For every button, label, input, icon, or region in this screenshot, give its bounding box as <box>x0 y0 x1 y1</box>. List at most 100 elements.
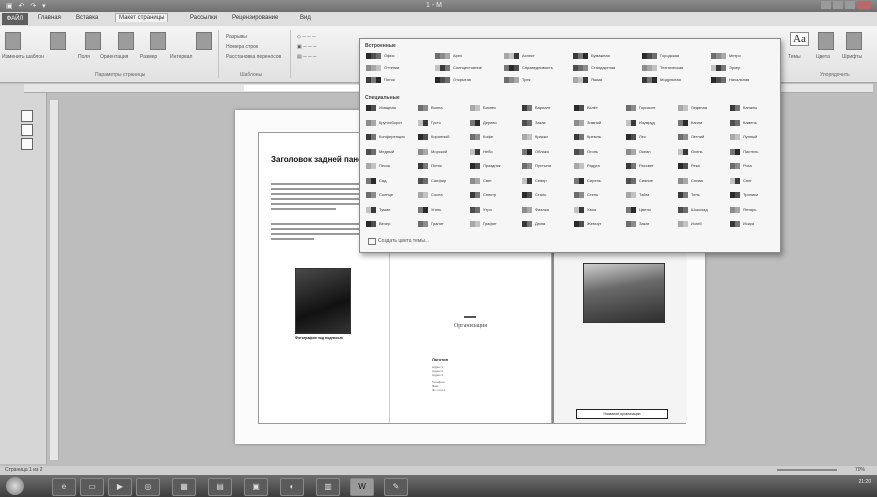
theme-color-option[interactable]: Облако <box>522 148 570 155</box>
theme-color-option[interactable]: Дерево <box>470 119 518 126</box>
theme-color-option[interactable]: Солнце <box>366 192 414 198</box>
theme-color-option[interactable]: Аспект <box>504 53 569 59</box>
size-icon[interactable] <box>118 32 134 50</box>
theme-color-option[interactable]: Шоколад <box>678 206 726 213</box>
theme-color-option[interactable]: Кремль <box>574 134 622 140</box>
theme-color-option[interactable]: Бизнес <box>470 105 518 111</box>
theme-color-option[interactable]: Капли <box>678 119 726 126</box>
theme-color-option[interactable]: Искра <box>730 221 778 227</box>
theme-color-option[interactable]: Песок <box>366 163 414 169</box>
fonts-icon[interactable] <box>846 32 862 50</box>
tab-review[interactable]: Рецензирование <box>232 15 278 21</box>
theme-color-option[interactable]: Заказ <box>522 119 570 126</box>
create-theme-colors-link[interactable]: Создать цвета темы... <box>367 238 429 245</box>
paint-icon[interactable]: ✎ <box>384 478 408 496</box>
tab-mailings[interactable]: Рассылки <box>190 15 217 21</box>
theme-color-option[interactable]: Сапфир <box>418 177 466 184</box>
theme-color-option[interactable]: Горизонт <box>626 105 674 111</box>
theme-color-option[interactable]: Сирень <box>574 177 622 184</box>
theme-color-option[interactable]: Сосна <box>418 192 466 198</box>
minimize-button[interactable] <box>833 1 843 9</box>
close-button[interactable] <box>857 1 871 9</box>
checkbox-hyphenation[interactable]: Расстановка переносов <box>226 54 281 60</box>
theme-color-option[interactable]: Пустыня <box>522 163 570 169</box>
theme-color-option[interactable]: Густо <box>418 119 466 126</box>
theme-color-option[interactable]: Медный <box>366 148 414 155</box>
theme-color-option[interactable]: Стандартная <box>573 65 638 71</box>
page-thumbnail[interactable] <box>21 110 33 122</box>
theme-color-option[interactable]: Городская <box>642 53 707 59</box>
theme-color-option[interactable]: Закат <box>626 221 674 227</box>
theme-color-option[interactable]: Гранит <box>418 221 466 227</box>
theme-color-option[interactable]: Поток <box>418 163 466 169</box>
theme-color-option[interactable]: Тайга <box>626 192 674 198</box>
theme-color-option[interactable]: Янтарь <box>730 206 778 213</box>
theme-color-option[interactable]: Небо <box>470 148 518 155</box>
theme-color-option[interactable]: Роза <box>730 163 778 169</box>
theme-color-option[interactable]: Ледяная <box>678 105 726 111</box>
company-name-box[interactable]: Название организации <box>576 409 668 419</box>
theme-color-option[interactable]: Тень <box>678 192 726 198</box>
theme-color-option[interactable]: Краски <box>522 134 570 140</box>
ie-icon[interactable]: e <box>52 478 76 496</box>
theme-color-option[interactable]: Изгиб <box>678 221 726 227</box>
tab-home[interactable]: Главная <box>38 15 61 21</box>
colors-icon[interactable] <box>818 32 834 50</box>
start-button[interactable] <box>6 477 24 495</box>
theme-color-option[interactable]: Огонь <box>574 148 622 155</box>
theme-color-option[interactable]: Тропики <box>730 192 778 198</box>
theme-color-option[interactable]: Вариант <box>522 105 570 111</box>
theme-colors-dropdown[interactable]: Встроенные Офис Apex Аспект Бумажная Городск… <box>359 38 781 253</box>
theme-color-option[interactable]: Начальная <box>711 77 776 83</box>
app-icon[interactable]: ▤ <box>208 478 232 496</box>
zoom-slider[interactable] <box>777 469 837 471</box>
theme-color-option[interactable]: Снег <box>730 177 778 184</box>
maximize-button[interactable] <box>845 1 855 9</box>
tab-file[interactable]: ФАЙЛ <box>2 13 28 25</box>
theme-color-option[interactable]: Яшма <box>573 77 638 83</box>
photo-caption[interactable]: Фотография под подписью <box>295 336 355 340</box>
vertical-ruler[interactable] <box>50 100 59 460</box>
clock[interactable]: 21:20 <box>858 479 871 486</box>
theme-color-option[interactable]: Справедливость <box>504 65 569 71</box>
theme-color-option[interactable]: Кофе <box>470 134 518 140</box>
theme-color-option[interactable]: Слива <box>678 177 726 184</box>
theme-color-option[interactable]: Сталь <box>522 192 570 198</box>
theme-color-option[interactable]: Летний <box>678 134 726 140</box>
app-icon[interactable]: ◐ <box>280 478 304 496</box>
theme-color-option[interactable]: Река <box>678 163 726 169</box>
city-photo[interactable] <box>583 263 665 323</box>
app-icon[interactable]: ▥ <box>316 478 340 496</box>
theme-color-option[interactable]: Бумажная <box>573 53 638 59</box>
theme-color-option[interactable]: Лес <box>626 134 674 140</box>
theme-color-option[interactable]: Изумруд <box>626 119 674 126</box>
app-icon[interactable]: ▣ <box>244 478 268 496</box>
theme-color-option[interactable]: Метро <box>711 53 776 59</box>
theme-color-option[interactable]: Трек <box>504 77 569 83</box>
theme-color-option[interactable]: Пастель <box>730 148 778 155</box>
theme-color-option[interactable]: Изящная <box>366 105 414 111</box>
night-road-photo[interactable] <box>295 268 351 334</box>
tab-insert[interactable]: Вставка <box>76 15 98 21</box>
theme-color-option[interactable]: Хвоя <box>574 206 622 213</box>
theme-color-option[interactable]: Поток <box>366 77 431 83</box>
theme-color-option[interactable]: Степь <box>574 192 622 198</box>
page-thumbnail[interactable] <box>21 124 33 136</box>
theme-color-option[interactable]: Морской <box>418 148 466 155</box>
theme-color-option[interactable]: Радуга <box>574 163 622 169</box>
organization-name[interactable]: Организация <box>390 323 551 329</box>
theme-color-option[interactable]: Рассвет <box>626 163 674 169</box>
theme-color-option[interactable]: Фиалка <box>522 206 570 213</box>
theme-color-option[interactable]: Модульная <box>642 77 707 83</box>
zoom-level[interactable]: 70% <box>855 467 865 473</box>
theme-color-option[interactable]: Спектр <box>470 192 518 198</box>
theme-color-option[interactable]: Свет <box>470 177 518 184</box>
theme-color-option[interactable]: Праздник <box>470 163 518 169</box>
media-player-icon[interactable]: ▶ <box>108 478 132 496</box>
theme-color-option[interactable]: Утро <box>470 206 518 213</box>
columns-icon[interactable] <box>150 32 166 50</box>
page-count[interactable]: Страница 1 из 2 <box>5 467 42 473</box>
theme-color-option[interactable]: Туман <box>366 206 414 213</box>
theme-color-option[interactable]: Каналы <box>730 105 778 111</box>
templates-icon[interactable] <box>196 32 212 50</box>
